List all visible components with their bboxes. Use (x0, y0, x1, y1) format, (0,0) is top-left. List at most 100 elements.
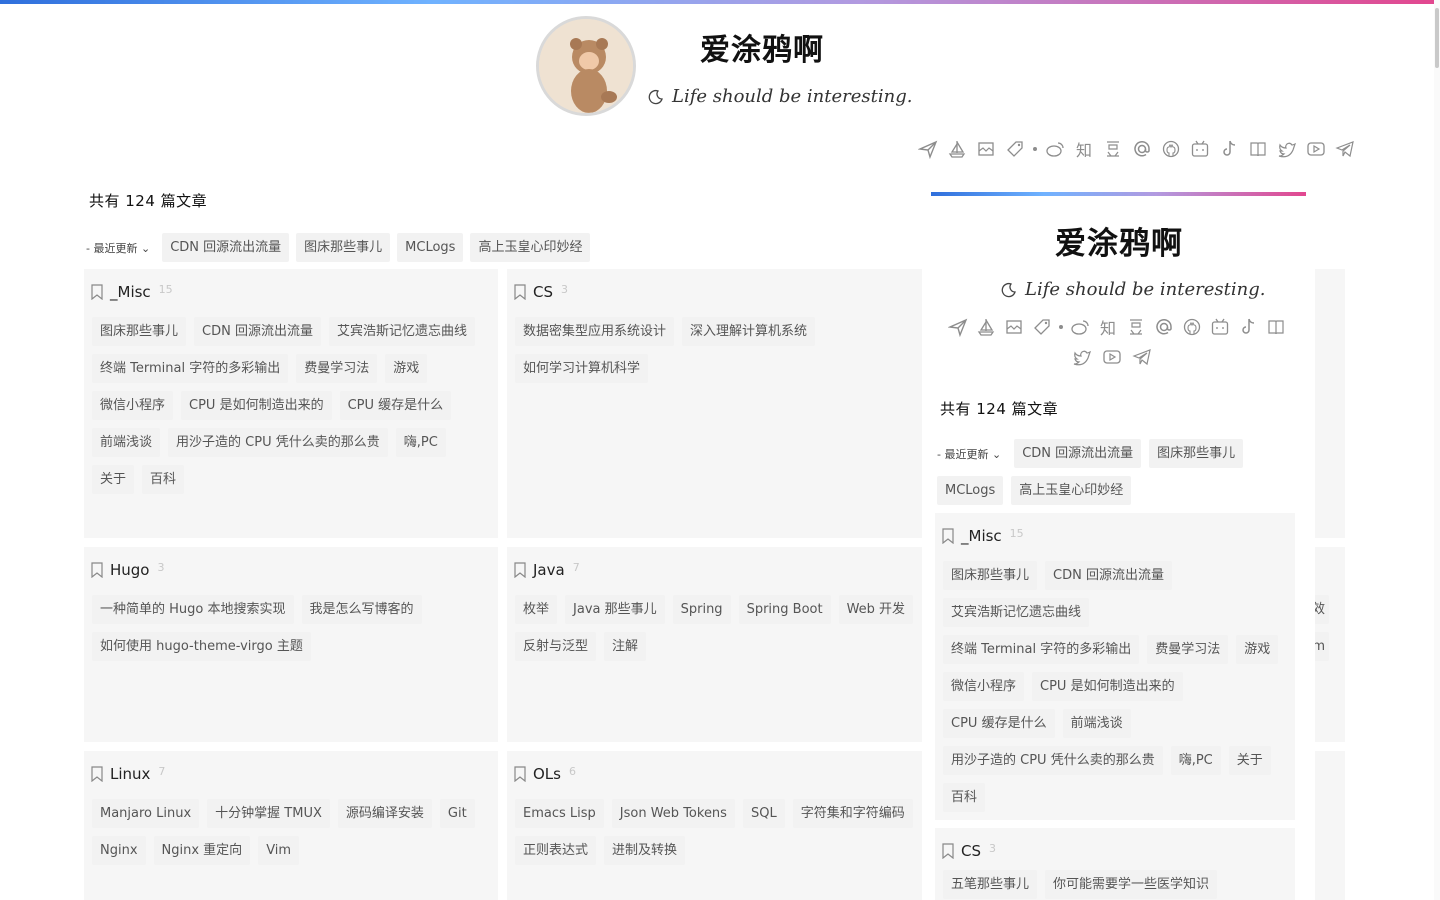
post-tag[interactable]: 嗨,PC (395, 428, 446, 457)
at-icon[interactable] (1153, 316, 1175, 338)
category-header[interactable]: _Misc 15 (90, 283, 173, 301)
category-header[interactable]: Java 7 (513, 561, 580, 579)
post-tag[interactable]: 进制及转换 (604, 836, 686, 865)
post-tag[interactable]: Vim (258, 836, 300, 865)
post-tag[interactable]: Nginx (92, 836, 146, 865)
post-tag[interactable]: 图床那些事儿 (943, 561, 1038, 590)
category-title[interactable]: Linux (110, 765, 150, 783)
post-tag[interactable]: 微信小程序 (92, 391, 174, 420)
telegram-icon[interactable] (1334, 138, 1356, 160)
tiktok-icon[interactable] (1218, 138, 1240, 160)
post-tag[interactable]: 百科 (943, 783, 986, 812)
zhihu-icon[interactable]: 知 (1097, 316, 1119, 338)
post-tag[interactable]: 注解 (604, 632, 647, 661)
post-tag[interactable]: CPU 是如何制造出来的 (1032, 672, 1183, 701)
post-tag[interactable]: 费曼学习法 (1147, 635, 1229, 664)
post-tag[interactable]: 如何使用 hugo-theme-virgo 主题 (92, 632, 311, 661)
post-tag[interactable]: CPU 缓存是什么 (943, 709, 1055, 738)
at-icon[interactable] (1131, 138, 1153, 160)
recent-tag[interactable]: MCLogs (397, 233, 464, 262)
recent-tag[interactable]: CDN 回源流出流量 (1014, 439, 1142, 468)
post-tag[interactable]: 你可能需要学一些医学知识 (1045, 870, 1218, 899)
post-tag[interactable]: Manjaro Linux (92, 799, 200, 828)
site-title[interactable]: 爱涂鸦啊 (700, 25, 824, 69)
post-tag[interactable]: 我是怎么写博客的 (301, 595, 422, 624)
post-tag[interactable]: 嗨,PC (1170, 746, 1221, 775)
post-tag[interactable]: SQL (742, 799, 785, 828)
bilibili-icon[interactable] (1209, 316, 1231, 338)
category-title[interactable]: CS (961, 842, 981, 860)
category-title[interactable]: Java (533, 561, 565, 579)
post-tag[interactable]: 关于 (92, 465, 135, 494)
post-tag[interactable]: 前端浅谈 (92, 428, 161, 457)
post-tag[interactable]: 艾宾浩斯记忆遗忘曲线 (328, 317, 475, 346)
twitter-icon[interactable] (1071, 346, 1093, 368)
telegram-icon[interactable] (1131, 346, 1153, 368)
category-title[interactable]: OLs (533, 765, 561, 783)
post-tag[interactable]: 五笔那些事儿 (943, 870, 1038, 899)
post-tag[interactable]: 微信小程序 (943, 672, 1025, 701)
book-icon[interactable] (1247, 138, 1269, 160)
recent-updates-toggle[interactable]: - 最近更新 ⌄ (86, 240, 150, 256)
post-tag[interactable]: 正则表达式 (515, 836, 597, 865)
tag-icon[interactable] (1031, 316, 1053, 338)
book-icon[interactable] (1265, 316, 1287, 338)
post-tag[interactable]: 十分钟掌握 TMUX (207, 799, 330, 828)
post-tag[interactable]: Spring Boot (738, 595, 831, 624)
mail-icon[interactable] (1003, 316, 1025, 338)
sailboat-icon[interactable] (946, 138, 968, 160)
post-tag[interactable]: CPU 缓存是什么 (339, 391, 452, 420)
post-tag[interactable]: 艾宾浩斯记忆遗忘曲线 (943, 598, 1090, 627)
post-tag[interactable]: 深入理解计算机系统 (682, 317, 816, 346)
post-tag[interactable]: 百科 (142, 465, 185, 494)
post-tag[interactable]: 前端浅谈 (1062, 709, 1131, 738)
sailboat-icon[interactable] (975, 316, 997, 338)
post-tag[interactable]: 枚举 (515, 595, 558, 624)
post-tag[interactable]: CDN 回源流出流量 (1045, 561, 1172, 590)
post-tag[interactable]: CPU 是如何制造出来的 (181, 391, 332, 420)
douban-icon[interactable] (1125, 316, 1147, 338)
post-tag[interactable]: 关于 (1228, 746, 1271, 775)
bilibili-icon[interactable] (1189, 138, 1211, 160)
post-tag[interactable]: 源码编译安装 (337, 799, 432, 828)
post-tag[interactable]: 游戏 (1236, 635, 1279, 664)
category-title[interactable]: Hugo (110, 561, 150, 579)
twitter-icon[interactable] (1276, 138, 1298, 160)
recent-tag[interactable]: CDN 回源流出流量 (162, 233, 290, 262)
tag-icon[interactable] (1004, 138, 1026, 160)
recent-tag[interactable]: 图床那些事儿 (296, 233, 391, 262)
post-tag[interactable]: 数据密集型应用系统设计 (515, 317, 675, 346)
category-title[interactable]: CS (533, 283, 553, 301)
post-tag[interactable]: Git (439, 799, 475, 828)
avatar[interactable] (536, 16, 636, 116)
tiktok-icon[interactable] (1237, 316, 1259, 338)
post-tag[interactable]: 终端 Terminal 字符的多彩输出 (943, 635, 1140, 664)
github-icon[interactable] (1160, 138, 1182, 160)
post-tag[interactable]: Emacs Lisp (515, 799, 604, 828)
post-tag[interactable]: 一种简单的 Hugo 本地搜索实现 (92, 595, 294, 624)
recent-tag[interactable]: 高上玉皇心印妙经 (1011, 476, 1132, 505)
post-tag[interactable]: 终端 Terminal 字符的多彩输出 (92, 354, 289, 383)
post-tag[interactable]: 图床那些事儿 (92, 317, 187, 346)
scrollbar[interactable] (1434, 0, 1440, 900)
preview-site-title[interactable]: 爱涂鸦啊 (923, 218, 1315, 263)
recent-tag[interactable]: 高上玉皇心印妙经 (470, 233, 591, 262)
post-tag[interactable]: 用沙子造的 CPU 凭什么卖的那么贵 (168, 428, 388, 457)
post-tag[interactable]: 费曼学习法 (296, 354, 378, 383)
post-tag[interactable]: 游戏 (385, 354, 428, 383)
post-tag[interactable]: Nginx 重定向 (153, 836, 251, 865)
post-tag[interactable]: Json Web Tokens (611, 799, 735, 828)
douban-icon[interactable] (1102, 138, 1124, 160)
category-header[interactable]: CS 3 (941, 842, 996, 860)
post-tag[interactable]: Web 开发 (838, 595, 914, 624)
post-tag[interactable]: 反射与泛型 (515, 632, 597, 661)
post-tag[interactable]: 如何学习计算机科学 (515, 354, 649, 383)
category-header[interactable]: CS 3 (513, 283, 568, 301)
weibo-icon[interactable] (1069, 316, 1091, 338)
preview-recent-toggle[interactable]: - 最近更新 ⌄ (937, 446, 1001, 462)
send-icon[interactable] (917, 138, 939, 160)
category-header[interactable]: _Misc 15 (941, 527, 1024, 545)
post-tag[interactable]: Java 那些事儿 (565, 595, 665, 624)
mail-icon[interactable] (975, 138, 997, 160)
post-tag[interactable]: 字符集和字符编码 (792, 799, 913, 828)
